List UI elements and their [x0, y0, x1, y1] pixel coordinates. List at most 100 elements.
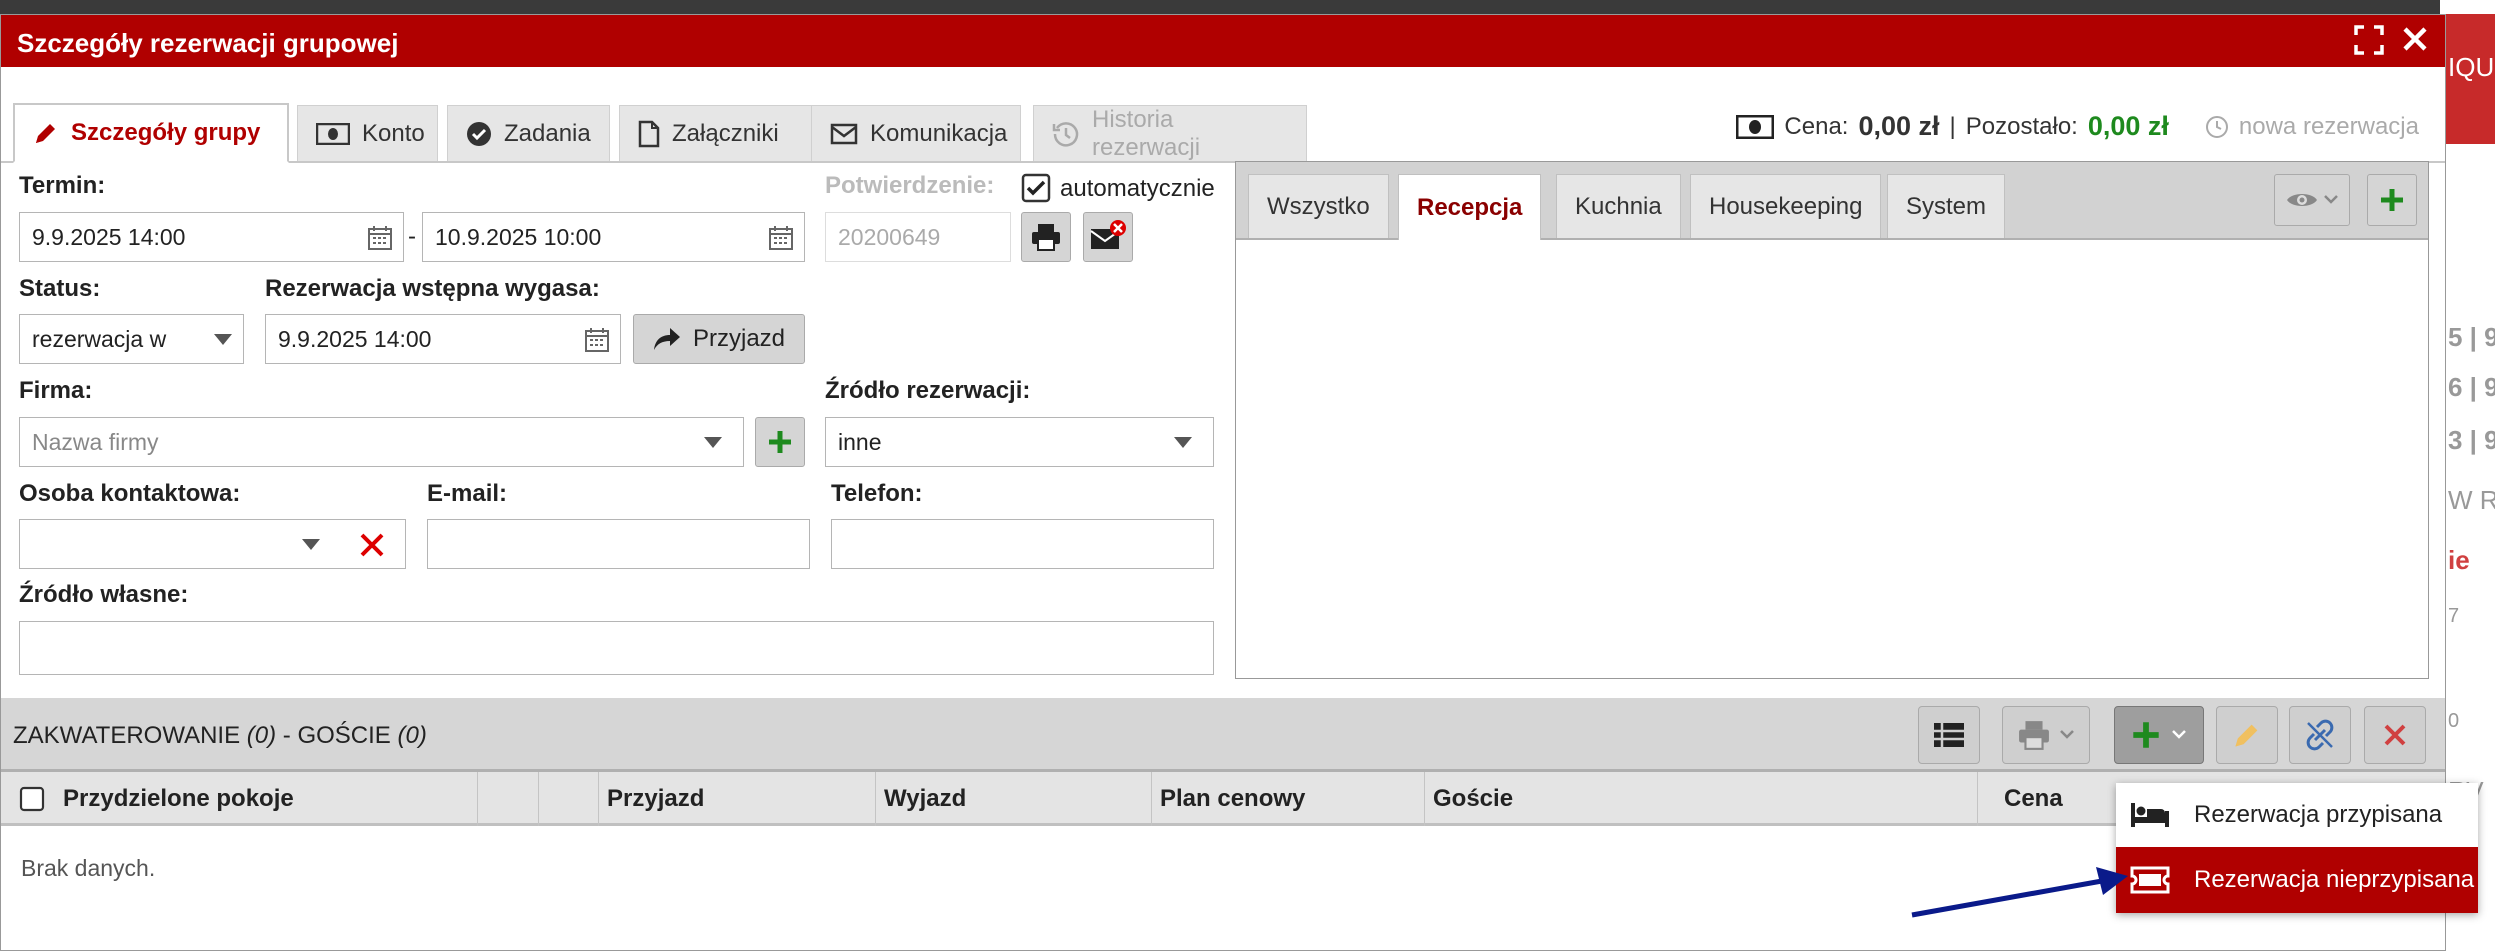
tab-history: Historia rezerwacji [1033, 105, 1307, 161]
main-tabs: Szczegóły grupy Konto Zadania Załączniki… [1, 67, 2445, 163]
new-reservation-label: nowa rezerwacja [2238, 112, 2419, 140]
term-from-input[interactable]: 9.9.2025 14:00 [19, 212, 404, 262]
tab-label: Historia rezerwacji [1092, 105, 1201, 161]
unlink-button[interactable] [2289, 706, 2351, 764]
source-select[interactable]: inne [825, 417, 1214, 467]
maximize-icon[interactable] [2354, 25, 2384, 63]
empty-table-message: Brak danych. [21, 855, 156, 881]
print-button[interactable] [1021, 212, 1071, 262]
notes-tab-all[interactable]: Wszystko [1248, 174, 1389, 238]
own-source-field[interactable] [19, 621, 1214, 675]
price-label: Cena: [1784, 112, 1849, 140]
notes-tab-kitchen[interactable]: Kuchnia [1556, 174, 1681, 238]
select-all-checkbox[interactable] [19, 786, 45, 812]
tab-group-details[interactable]: Szczegóły grupy [13, 103, 289, 163]
calendar-icon[interactable] [584, 327, 610, 353]
arrival-button-label: Przyjazd [692, 325, 786, 352]
contact-label: Osoba kontaktowa: [19, 480, 241, 507]
list-view-button[interactable] [1918, 706, 1980, 764]
source-value: inne [838, 428, 882, 455]
add-reservation-menu: Rezerwacja przypisana Rezerwacja nieprzy… [2116, 783, 2478, 913]
column-header-departure[interactable]: Wyjazd [875, 772, 1151, 826]
edit-button[interactable] [2216, 706, 2278, 764]
column-header-guests[interactable]: Goście [1424, 772, 1977, 826]
plus-icon [769, 431, 791, 453]
calendar-icon[interactable] [768, 225, 794, 251]
share-arrow-icon [653, 328, 680, 350]
annotation-arrow [1911, 867, 2128, 918]
source-label: Źródło rezerwacji: [825, 377, 1031, 404]
tab-tasks[interactable]: Zadania [447, 105, 610, 161]
bg-text: IQU [2448, 52, 2495, 82]
column-header-rate-plan[interactable]: Plan cenowy [1151, 772, 1424, 826]
auto-checkbox[interactable] [1021, 173, 1051, 203]
add-company-button[interactable] [755, 417, 805, 467]
column-header-blank [538, 772, 598, 826]
delete-button[interactable] [2364, 706, 2426, 764]
pencil-icon [2235, 724, 2258, 747]
expiry-input[interactable]: 9.9.2025 14:00 [265, 314, 621, 364]
column-header-blank [477, 772, 538, 826]
add-note-button[interactable] [2367, 174, 2417, 226]
print-dropdown-button[interactable] [2002, 706, 2090, 764]
contact-select[interactable] [19, 519, 406, 569]
tab-label: Zadania [504, 119, 591, 147]
term-dash: - [408, 223, 416, 250]
column-header-arrival[interactable]: Przyjazd [598, 772, 875, 826]
file-icon [638, 120, 660, 147]
menu-item-label: Rezerwacja nieprzypisana [2194, 866, 2475, 893]
phone-label: Telefon: [831, 480, 923, 507]
confirmation-number-input: 20200649 [825, 212, 1011, 262]
column-header-rooms[interactable]: Przydzielone pokoje [1, 772, 477, 826]
menu-item-assigned-reservation[interactable]: Rezerwacja przypisana [2116, 783, 2478, 847]
price-separator: | [1949, 112, 1956, 140]
envelope-x-icon [1090, 220, 1126, 249]
tab-communication[interactable]: Komunikacja [811, 105, 1021, 161]
list-icon [1934, 723, 1964, 747]
clear-icon[interactable] [359, 532, 385, 558]
calendar-icon[interactable] [367, 225, 393, 251]
print-icon [1032, 224, 1060, 251]
email-field[interactable] [427, 519, 810, 569]
company-placeholder: Nazwa firmy [32, 428, 159, 455]
notes-tab-housekeeping[interactable]: Housekeeping [1690, 174, 1882, 238]
notes-tab-system[interactable]: System [1887, 174, 2006, 238]
phone-field[interactable] [831, 519, 1214, 569]
section-title-b: - GOŚCIE [282, 722, 391, 749]
tab-account[interactable]: Konto [297, 105, 438, 161]
arrival-button[interactable]: Przyjazd [633, 314, 805, 364]
company-select[interactable]: Nazwa firmy [19, 417, 744, 467]
dialog-title: Szczegóły rezerwacji grupowej [17, 28, 399, 58]
history-icon [1052, 121, 1079, 147]
email-label: E-mail: [427, 480, 508, 507]
confirmation-label: Potwierdzenie: [825, 172, 995, 199]
bg-text: 3 | 9 [2448, 425, 2495, 455]
term-label: Termin: [19, 172, 106, 199]
price-summary: Cena: 0,00 zł | Pozostało: 0,00 zł nowa … [1736, 111, 2419, 142]
term-to-input[interactable]: 10.9.2025 10:00 [422, 212, 805, 262]
tab-label: Załączniki [672, 119, 779, 147]
rooms-table-header: Przydzielone pokoje Przyjazd Wyjazd Plan… [1, 772, 2445, 826]
chevron-down-icon [1174, 437, 1192, 448]
bg-text: 7 [2448, 605, 2460, 627]
clock-icon [2205, 115, 2228, 138]
tab-attachments[interactable]: Załączniki [619, 105, 812, 161]
remaining-value: 0,00 zł [2087, 111, 2169, 141]
column-header-price[interactable]: Cena [1977, 772, 2117, 826]
accommodation-section-bar: ZAKWATEROWANIE (0) - GOŚCIE (0) [1, 698, 2445, 772]
title-bar: Szczegóły rezerwacji grupowej [1, 15, 2445, 67]
send-email-button[interactable] [1083, 212, 1133, 262]
check-circle-icon [467, 121, 491, 146]
status-value: rezerwacja w [32, 325, 167, 352]
notes-tab-reception[interactable]: Recepcja [1398, 174, 1542, 240]
bg-text: 0 [2448, 710, 2460, 732]
tab-label: Konto [362, 119, 425, 147]
visibility-dropdown-button[interactable] [2274, 174, 2350, 226]
section-title-a: ZAKWATEROWANIE [13, 722, 241, 749]
add-reservation-dropdown-button[interactable] [2114, 706, 2204, 764]
close-icon[interactable] [2401, 25, 2429, 61]
menu-item-unassigned-reservation[interactable]: Rezerwacja nieprzypisana [2116, 847, 2478, 913]
status-select[interactable]: rezerwacja w [19, 314, 244, 364]
pencil-icon [36, 124, 55, 143]
group-reservation-dialog: Szczegóły rezerwacji grupowej Szczegóły … [0, 14, 2478, 951]
